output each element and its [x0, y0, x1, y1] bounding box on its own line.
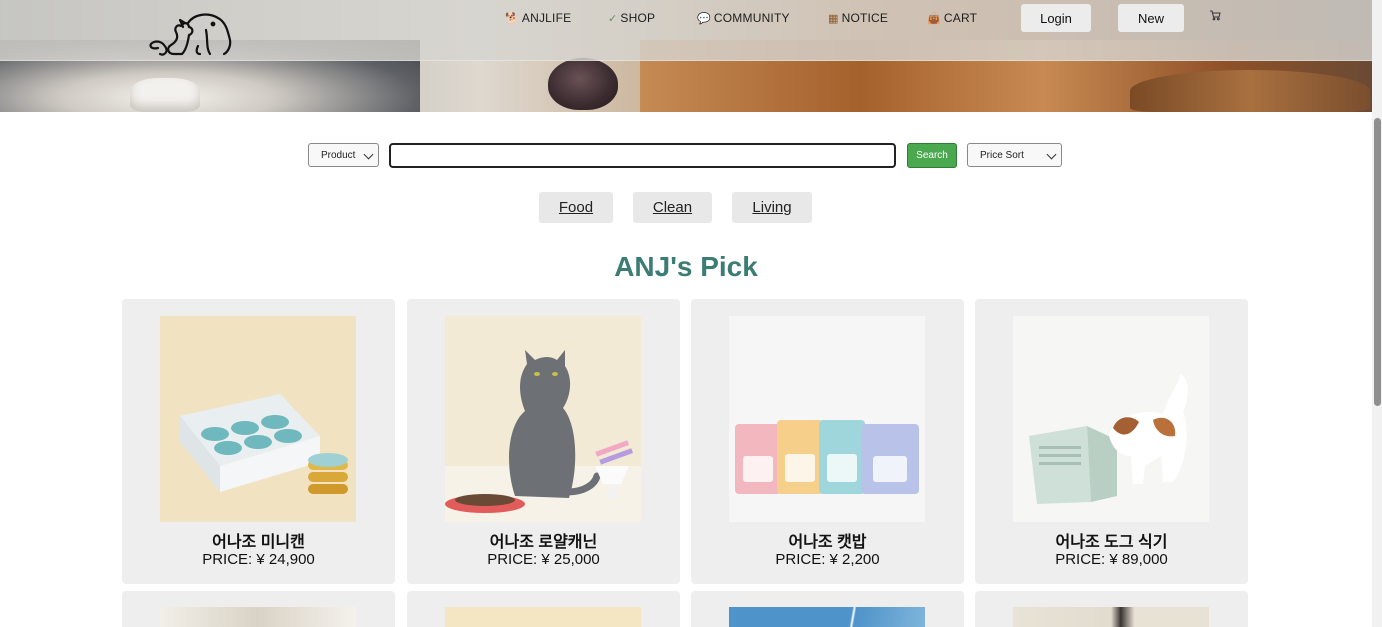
cat-paw-image: [130, 78, 200, 112]
speech-bubble-icon: 💬: [697, 12, 711, 25]
handbag-icon: 👜: [927, 12, 941, 25]
category-clean[interactable]: Clean: [633, 192, 712, 223]
nav-notice-label: NOTICE: [841, 11, 889, 25]
nav-notice[interactable]: ▦ NOTICE: [828, 11, 888, 25]
chevron-down-icon: [363, 149, 374, 160]
nav-cart-label: CART: [943, 11, 978, 25]
category-living[interactable]: Living: [732, 192, 812, 223]
product-card[interactable]: 어나조 도그 식기 PRICE: ¥ 89,000: [975, 299, 1248, 584]
category-select[interactable]: Product: [308, 143, 379, 167]
chevron-down-icon: [1046, 149, 1057, 160]
product-card[interactable]: [407, 591, 680, 627]
product-name[interactable]: 어나조 캣밥: [691, 528, 964, 552]
pet-logo-icon[interactable]: [146, 10, 232, 58]
nav-anjlife[interactable]: 🐕 ANJLIFE: [505, 11, 571, 25]
product-card[interactable]: 어나조 미니캔 PRICE: ¥ 24,900: [122, 299, 395, 584]
product-price: PRICE: ¥ 24,900: [202, 551, 315, 568]
product-image[interactable]: [160, 316, 356, 522]
product-price: PRICE: ¥ 2,200: [775, 551, 880, 568]
product-card[interactable]: [122, 591, 395, 627]
price-sort-select[interactable]: Price Sort: [967, 143, 1062, 167]
product-price: PRICE: ¥ 25,000: [487, 551, 600, 568]
product-image[interactable]: [445, 607, 641, 627]
cart-icon[interactable]: [1209, 9, 1221, 21]
search-button[interactable]: Search: [907, 143, 957, 168]
product-image[interactable]: [1013, 607, 1209, 627]
product-name[interactable]: 어나조 도그 식기: [975, 528, 1248, 552]
product-card[interactable]: 어나조 로얄캐닌 PRICE: ¥ 25,000: [407, 299, 680, 584]
product-price: PRICE: ¥ 89,000: [1055, 551, 1168, 568]
category-food[interactable]: Food: [539, 192, 613, 223]
product-name[interactable]: 어나조 로얄캐닌: [407, 528, 680, 552]
nav-shop[interactable]: ✓ SHOP: [608, 11, 655, 25]
dog-emoji-icon: 🐕: [505, 12, 519, 25]
page-scrollbar-thumb[interactable]: [1374, 118, 1381, 406]
product-image[interactable]: [1013, 316, 1209, 522]
nav-community[interactable]: 💬 COMMUNITY: [697, 11, 790, 25]
nav-anjlife-label: ANJLIFE: [521, 11, 572, 25]
product-card[interactable]: [975, 591, 1248, 627]
dog-nose-image: [548, 58, 618, 110]
top-navbar: 🐕 ANJLIFE ✓ SHOP 💬 COMMUNITY ▦ NOTICE 👜 …: [0, 0, 1372, 61]
new-button[interactable]: New: [1118, 4, 1184, 32]
category-select-value: Product: [321, 149, 356, 161]
product-image[interactable]: [729, 607, 925, 627]
checkmark-icon: ✓: [608, 12, 618, 25]
product-image[interactable]: [445, 316, 641, 522]
nav-shop-label: SHOP: [620, 11, 656, 25]
section-title: ANJ's Pick: [614, 251, 758, 282]
product-card[interactable]: 어나조 캣밥 PRICE: ¥ 2,200: [691, 299, 964, 584]
search-input[interactable]: [389, 143, 896, 168]
product-image[interactable]: [729, 316, 925, 522]
login-button[interactable]: Login: [1021, 4, 1091, 32]
notice-board-icon: ▦: [828, 12, 839, 25]
price-sort-value: Price Sort: [980, 149, 1024, 161]
nav-community-label: COMMUNITY: [713, 11, 790, 25]
product-name[interactable]: 어나조 미니캔: [122, 528, 395, 552]
product-card[interactable]: [691, 591, 964, 627]
dog-paw-image: [1130, 70, 1370, 112]
nav-cart[interactable]: 👜 CART: [927, 11, 977, 25]
product-image[interactable]: [160, 607, 356, 627]
